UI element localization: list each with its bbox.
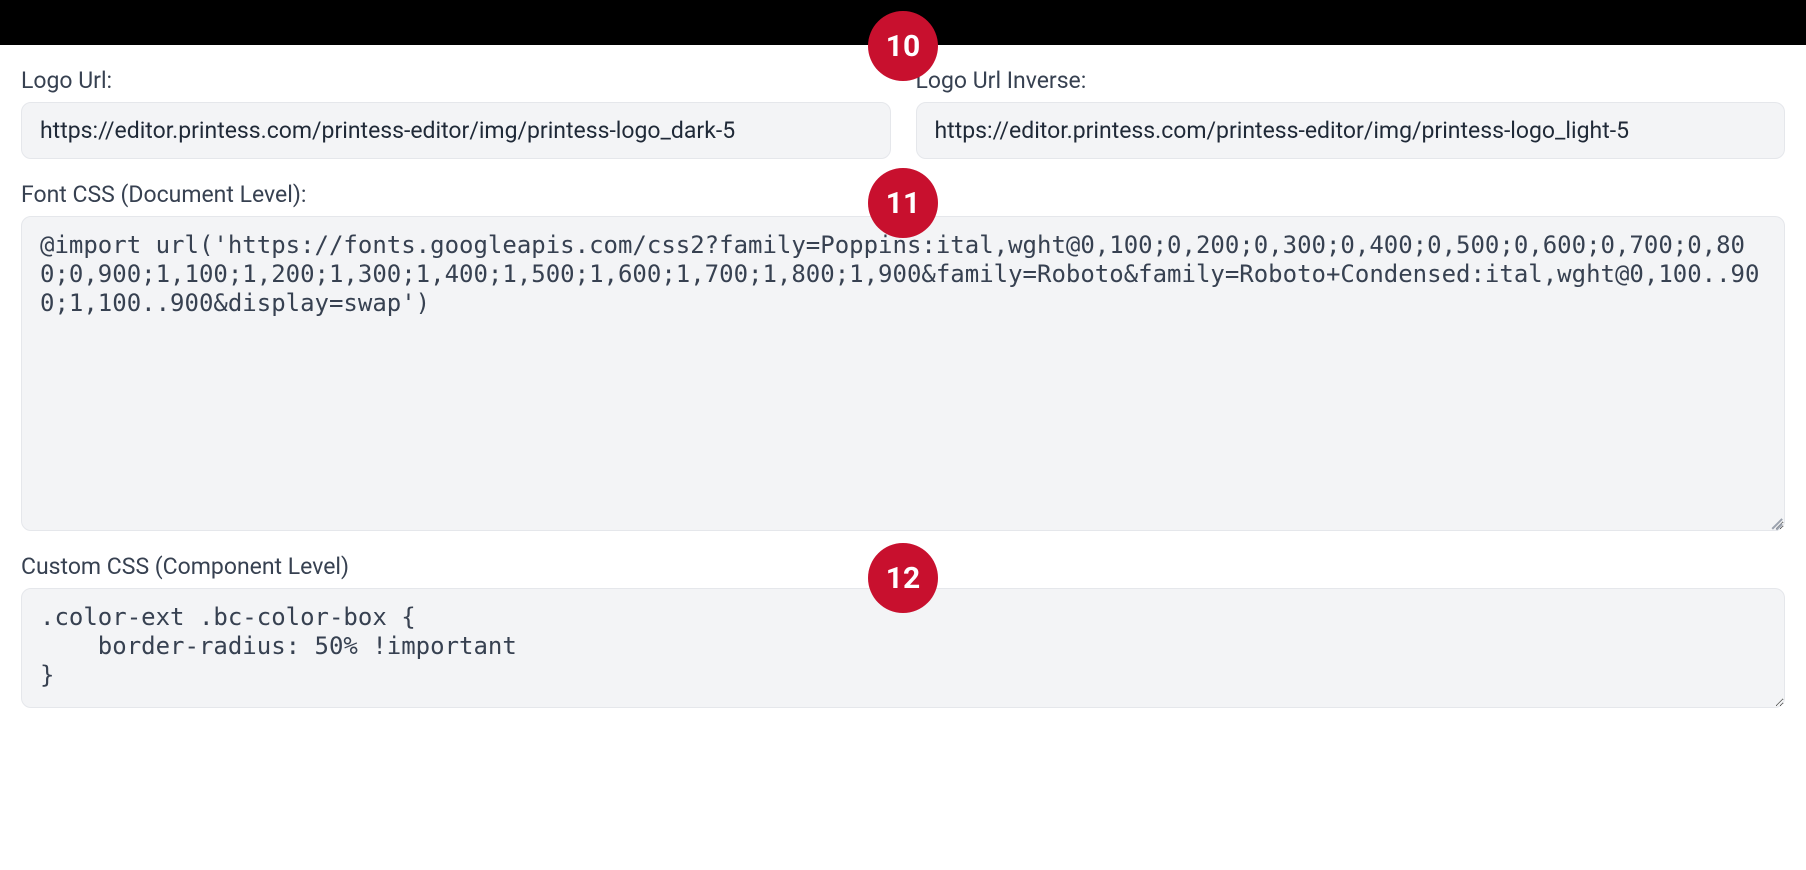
logo-url-inverse-label: Logo Url Inverse: xyxy=(916,67,1786,94)
step-badge-12: 12 xyxy=(868,543,938,613)
font-css-textarea[interactable]: @import url('https://fonts.googleapis.co… xyxy=(21,216,1785,531)
logo-url-inverse-input[interactable]: https://editor.printess.com/printess-edi… xyxy=(916,102,1786,159)
logo-url-input[interactable]: https://editor.printess.com/printess-edi… xyxy=(21,102,891,159)
logo-url-label: Logo Url: xyxy=(21,67,891,94)
step-badge-11: 11 xyxy=(868,168,938,238)
step-badge-10: 10 xyxy=(868,11,938,81)
